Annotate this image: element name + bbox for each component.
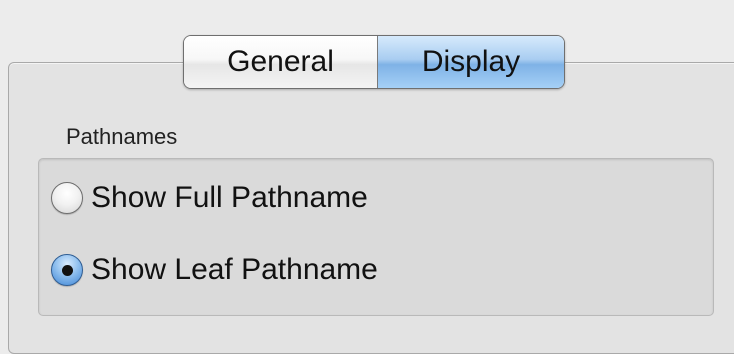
- tab-display[interactable]: Display: [378, 36, 564, 88]
- show-full-pathname-option[interactable]: Show Full Pathname: [51, 181, 368, 215]
- tab-general[interactable]: General: [184, 36, 378, 88]
- pathnames-group-label: Pathnames: [66, 124, 178, 149]
- show-leaf-pathname-radio[interactable]: [51, 254, 83, 286]
- show-full-pathname-label: Show Full Pathname: [91, 181, 368, 214]
- tab-display-label: Display: [421, 45, 521, 78]
- tab-bar: General Display: [183, 35, 565, 89]
- radio-selected-dot-icon: [61, 264, 73, 276]
- show-full-pathname-radio[interactable]: [51, 182, 83, 214]
- pathnames-group-box: Show Full Pathname Show Leaf Pathname: [38, 158, 714, 316]
- show-leaf-pathname-label: Show Leaf Pathname: [91, 253, 378, 286]
- show-leaf-pathname-option[interactable]: Show Leaf Pathname: [51, 253, 378, 287]
- tab-general-label: General: [227, 45, 334, 78]
